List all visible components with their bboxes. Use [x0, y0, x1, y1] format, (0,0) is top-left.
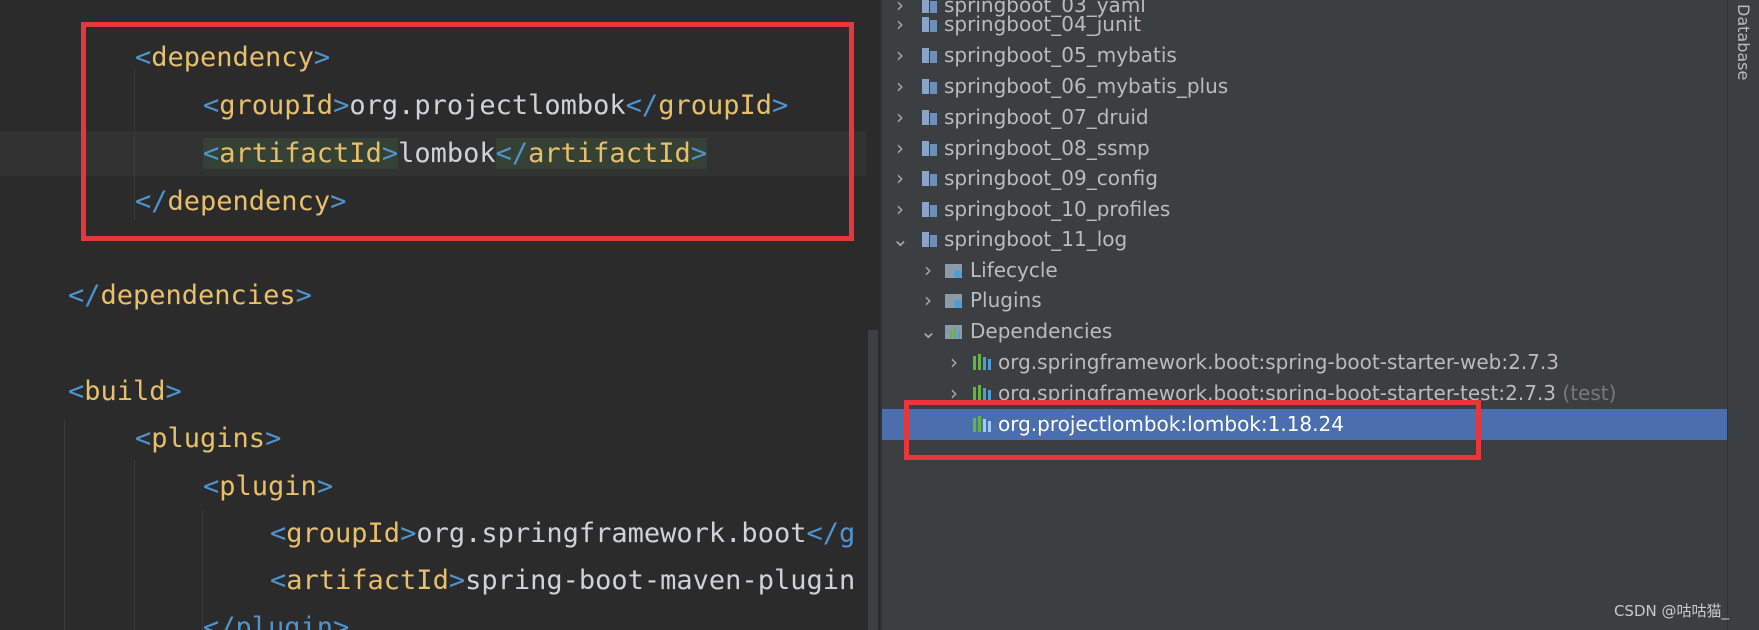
code-line[interactable]: <build>	[68, 370, 182, 414]
chevron-down-icon[interactable]: ⌄	[920, 316, 937, 347]
tree-item-label: springboot_05_mybatis	[944, 43, 1177, 67]
xml-text: spring-boot-maven-plugin	[465, 565, 856, 596]
tree-item-label: springboot_10_profiles	[944, 197, 1171, 221]
maven-module-icon	[922, 17, 937, 32]
chevron-right-icon[interactable]: ›	[892, 163, 908, 194]
lifecycle-folder-icon	[945, 264, 962, 278]
code-line[interactable]: <plugins>	[135, 417, 281, 461]
dependencies-folder-icon	[945, 325, 962, 339]
chevron-right-icon[interactable]: ›	[892, 9, 908, 40]
code-line[interactable]: <artifactId>spring-boot-maven-plugin	[270, 559, 855, 603]
library-icon	[973, 354, 991, 370]
tree-item-label: Lifecycle	[970, 258, 1058, 282]
xml-tag: plugin	[219, 471, 317, 502]
indent-guide	[64, 420, 65, 630]
highlight-box	[904, 400, 1481, 460]
tree-item-module[interactable]: ⌄ springboot_11_log	[882, 224, 1727, 255]
xml-tag-fragment: </g	[806, 518, 856, 549]
chevron-right-icon[interactable]: ›	[920, 285, 936, 316]
tree-item-dependency[interactable]: › org.springframework.boot:spring-boot-s…	[882, 347, 1727, 378]
editor-scrollbar[interactable]	[866, 0, 880, 630]
maven-module-icon	[922, 202, 937, 217]
maven-module-icon	[922, 48, 937, 63]
chevron-right-icon[interactable]: ›	[892, 133, 908, 164]
maven-tool-window: › springboot_03_yaml › springboot_04_jun…	[882, 0, 1727, 630]
tree-item-label: springboot_06_mybatis_plus	[944, 74, 1229, 98]
tree-item-module[interactable]: › springboot_09_config	[882, 163, 1727, 194]
tree-item-module[interactable]: › springboot_07_druid	[882, 102, 1727, 133]
highlight-box	[81, 22, 854, 241]
tree-item-plugins[interactable]: › Plugins	[882, 285, 1727, 316]
tree-item-lifecycle[interactable]: › Lifecycle	[882, 255, 1727, 286]
xml-tag: plugins	[151, 423, 266, 454]
tree-item-module[interactable]: › springboot_04_junit	[882, 9, 1727, 40]
chevron-right-icon[interactable]: ›	[892, 71, 908, 102]
tree-item-label: springboot_07_druid	[944, 105, 1149, 129]
chevron-down-icon[interactable]: ⌄	[892, 224, 909, 255]
xml-tag: artifactId	[286, 565, 449, 596]
tree-item-module[interactable]: › springboot_05_mybatis	[882, 40, 1727, 71]
plugins-folder-icon	[945, 294, 962, 308]
xml-tag: groupId	[286, 518, 401, 549]
database-tool-tab[interactable]: Database	[1734, 4, 1753, 80]
maven-module-icon	[922, 110, 937, 125]
chevron-right-icon[interactable]: ›	[892, 194, 908, 225]
tree-item-label: springboot_04_junit	[944, 12, 1142, 36]
chevron-right-icon[interactable]: ›	[892, 40, 908, 71]
maven-module-icon	[922, 141, 937, 156]
maven-module-icon	[922, 171, 937, 186]
tree-item-label: org.springframework.boot:spring-boot-sta…	[998, 350, 1559, 374]
tree-item-label: springboot_09_config	[944, 166, 1158, 190]
tree-item-label: springboot_08_ssmp	[944, 136, 1150, 160]
code-line[interactable]: <groupId>org.springframework.boot</g	[270, 512, 855, 556]
scrollbar-thumb[interactable]	[868, 330, 878, 630]
code-line[interactable]: </plugin>	[203, 606, 349, 630]
tree-item-module[interactable]: › springboot_10_profiles	[882, 194, 1727, 225]
xml-text: org.springframework.boot	[416, 518, 807, 549]
tree-item-module[interactable]: › springboot_06_mybatis_plus	[882, 71, 1727, 102]
maven-module-icon	[922, 232, 937, 247]
tree-item-module[interactable]: › springboot_08_ssmp	[882, 133, 1727, 164]
code-line[interactable]: </dependencies>	[68, 274, 312, 318]
maven-module-icon	[922, 79, 937, 94]
tree-item-label: Plugins	[970, 288, 1042, 312]
tree-item-label: springboot_11_log	[944, 227, 1128, 251]
chevron-right-icon[interactable]: ›	[920, 255, 936, 286]
xml-tag: dependencies	[100, 280, 296, 311]
right-tool-strip: Database	[1727, 0, 1759, 630]
tree-item-label: Dependencies	[970, 319, 1113, 343]
code-line[interactable]: <plugin>	[203, 465, 333, 509]
chevron-right-icon[interactable]: ›	[946, 347, 962, 378]
tree-item-dependencies[interactable]: ⌄ Dependencies	[882, 316, 1727, 347]
indent-guide	[134, 460, 135, 630]
chevron-right-icon[interactable]: ›	[892, 102, 908, 133]
xml-tag: build	[84, 376, 166, 407]
code-editor[interactable]: <dependency> <groupId>org.projectlombok<…	[0, 0, 866, 630]
watermark: CSDN @咕咕猫_	[1613, 602, 1729, 620]
scope-label: (test)	[1562, 381, 1617, 405]
